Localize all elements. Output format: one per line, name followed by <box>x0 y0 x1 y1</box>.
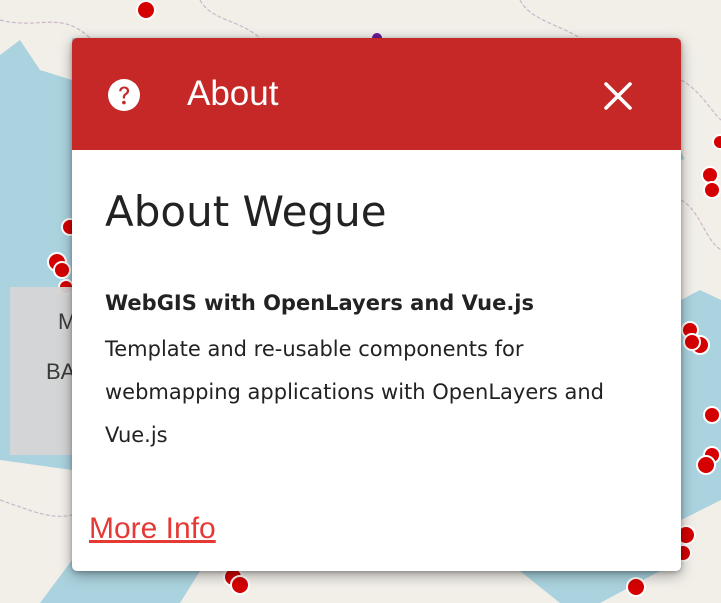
close-button[interactable] <box>594 74 642 118</box>
dialog-title: About <box>187 74 279 113</box>
dialog-header: About <box>72 38 681 150</box>
content-body: Template and re-usable components for we… <box>105 337 605 447</box>
content-subtitle: WebGIS with OpenLayers and Vue.js <box>105 291 534 315</box>
close-icon <box>604 82 632 110</box>
content-heading: About Wegue <box>105 187 387 236</box>
about-dialog: About About Wegue WebGIS with OpenLayers… <box>72 38 681 571</box>
more-info-link[interactable]: More Info <box>89 512 216 546</box>
background-panel-line-2: BA <box>46 359 76 384</box>
help-circle-icon <box>108 79 140 111</box>
dialog-content: About Wegue WebGIS with OpenLayers and V… <box>105 178 655 457</box>
